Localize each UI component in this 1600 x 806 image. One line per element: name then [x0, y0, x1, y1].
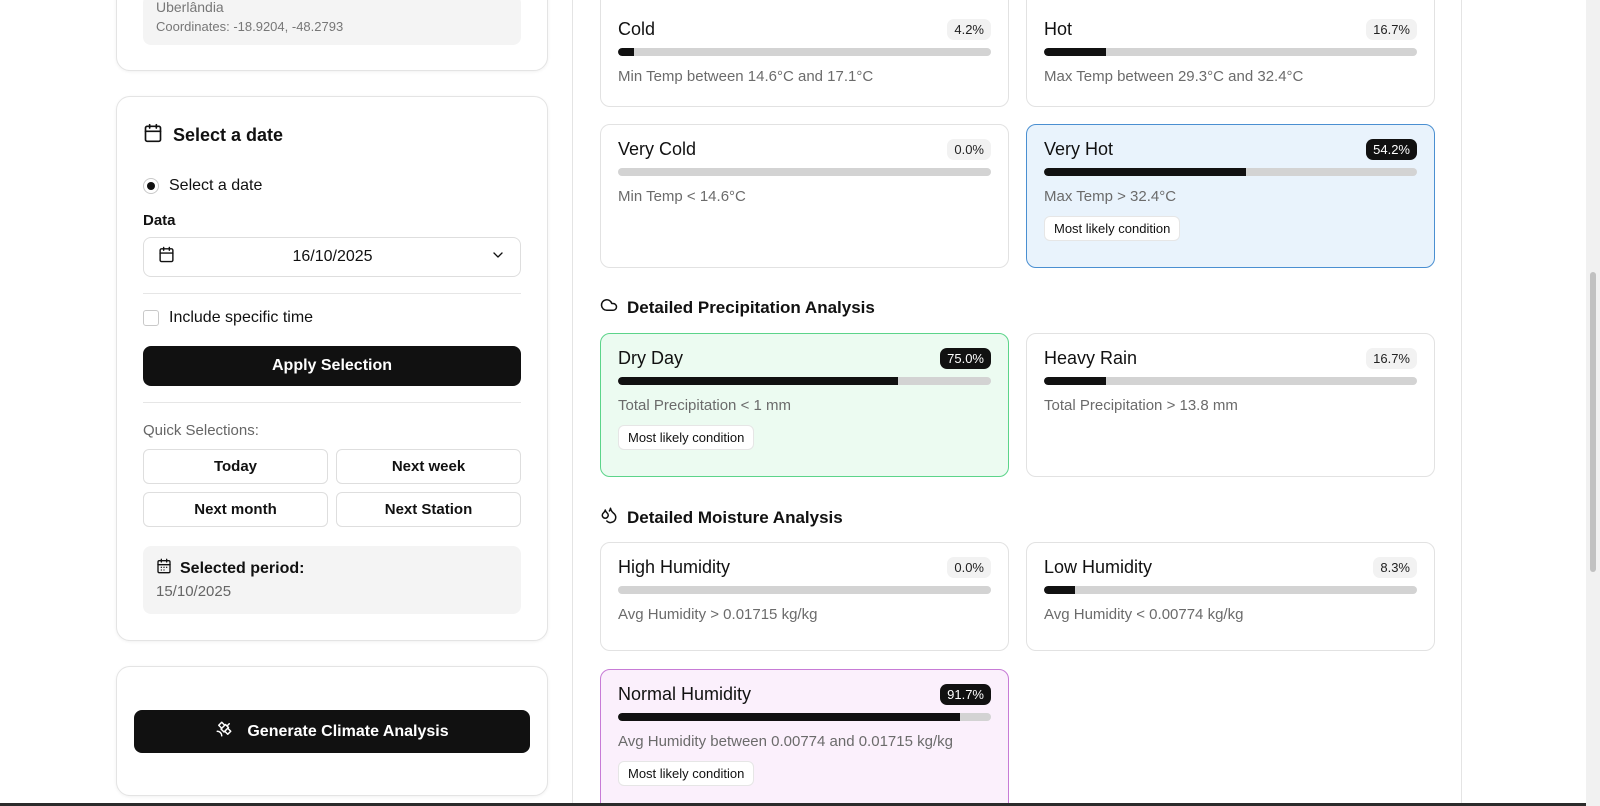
condition-description: Total Precipitation > 13.8 mm — [1044, 397, 1238, 414]
probability-bar — [618, 377, 991, 385]
probability-bar — [618, 48, 991, 56]
calendar-grid-icon — [156, 558, 172, 579]
location-coordinates: Coordinates: -18.9204, -48.2793 — [156, 19, 344, 34]
condition-description: Avg Humidity < 0.00774 kg/kg — [1044, 606, 1244, 623]
quick-next-station-button[interactable]: Next Station — [336, 492, 521, 527]
condition-card-high-humidity: High Humidity 0.0% Avg Humidity > 0.0171… — [600, 542, 1009, 651]
select-date-radio[interactable]: Select a date — [143, 177, 262, 195]
condition-description: Avg Humidity > 0.01715 kg/kg — [618, 606, 818, 623]
probability-bar — [618, 168, 991, 176]
condition-name: Hot — [1044, 19, 1073, 39]
condition-description: Avg Humidity between 0.00774 and 0.01715… — [618, 733, 953, 750]
probability-bar — [1044, 377, 1417, 385]
calendar-icon — [143, 123, 163, 148]
generate-label: Generate Climate Analysis — [247, 722, 449, 740]
condition-name: Normal Humidity — [618, 684, 752, 704]
radio-indicator[interactable] — [143, 178, 159, 194]
most-likely-badge: Most likely condition — [1044, 216, 1181, 241]
selected-period-box: Selected period: 15/10/2025 — [143, 546, 521, 614]
quick-next-week-button[interactable]: Next week — [336, 449, 521, 484]
percentage-badge: 16.7% — [1366, 348, 1417, 369]
probability-bar — [618, 713, 991, 721]
condition-description: Max Temp between 29.3°C and 32.4°C — [1044, 68, 1304, 85]
condition-card-low-humidity: Low Humidity 8.3% Avg Humidity < 0.00774… — [1026, 542, 1435, 651]
selected-period-title: Selected period: — [156, 558, 508, 579]
condition-name: Low Humidity — [1044, 557, 1153, 577]
condition-description: Min Temp between 14.6°C and 17.1°C — [618, 68, 874, 85]
percentage-badge: 0.0% — [947, 139, 991, 160]
date-field-label: Data — [143, 212, 176, 229]
divider — [143, 402, 521, 403]
quick-next-month-button[interactable]: Next month — [143, 492, 328, 527]
scrollbar-thumb[interactable] — [1590, 272, 1596, 572]
radio-label: Select a date — [169, 177, 263, 194]
probability-bar — [1044, 48, 1417, 56]
most-likely-badge: Most likely condition — [618, 425, 755, 450]
include-time-checkbox[interactable] — [143, 310, 159, 326]
condition-card-very-hot: Very Hot 54.2% Max Temp > 32.4°C Most li… — [1026, 124, 1435, 268]
condition-card-very-cold: Very Cold 0.0% Min Temp < 14.6°C — [600, 124, 1009, 268]
condition-card-hot: Hot 16.7% Max Temp between 29.3°C and 32… — [1026, 0, 1435, 107]
condition-card-normal-humidity: Normal Humidity 91.7% Avg Humidity betwe… — [600, 669, 1009, 806]
include-time-label: Include specific time — [169, 309, 314, 326]
percentage-badge: 8.3% — [1373, 557, 1417, 578]
condition-name: Cold — [618, 19, 656, 39]
moisture-title-text: Detailed Moisture Analysis — [627, 507, 843, 527]
probability-bar — [1044, 168, 1417, 176]
probability-fill — [1044, 48, 1107, 56]
percentage-badge: 54.2% — [1366, 139, 1417, 160]
condition-name: Very Cold — [618, 139, 697, 159]
condition-name: High Humidity — [618, 557, 731, 577]
divider — [143, 293, 521, 294]
quick-selections-label: Quick Selections: — [143, 422, 259, 439]
droplets-icon — [600, 506, 618, 529]
selected-period-title-text: Selected period: — [180, 559, 305, 577]
probability-fill — [618, 713, 961, 721]
condition-card-cold: Cold 4.2% Min Temp between 14.6°C and 17… — [600, 0, 1009, 107]
percentage-badge: 91.7% — [940, 684, 991, 705]
condition-name: Dry Day — [618, 348, 684, 368]
calendar-icon — [158, 246, 175, 268]
probability-bar — [618, 586, 991, 594]
condition-card-heavy-rain: Heavy Rain 16.7% Total Precipitation > 1… — [1026, 333, 1435, 477]
percentage-badge: 16.7% — [1366, 19, 1417, 40]
probability-fill — [1044, 586, 1075, 594]
probability-fill — [618, 48, 634, 56]
date-selection-card: Select a date Select a date Data 16/10/2… — [116, 96, 548, 641]
apply-selection-button[interactable]: Apply Selection — [143, 346, 521, 386]
condition-description: Total Precipitation < 1 mm — [618, 397, 791, 414]
cloud-icon — [600, 296, 618, 319]
location-card: Uberlândia Coordinates: -18.9204, -48.27… — [116, 0, 548, 71]
probability-bar — [1044, 586, 1417, 594]
probability-fill — [1044, 377, 1107, 385]
generate-climate-analysis-button[interactable]: Generate Climate Analysis — [134, 710, 530, 753]
date-card-title-text: Select a date — [173, 125, 284, 145]
condition-description: Min Temp < 14.6°C — [618, 188, 746, 205]
chevron-down-icon — [490, 247, 506, 268]
percentage-badge: 75.0% — [940, 348, 991, 369]
location-box: Uberlândia Coordinates: -18.9204, -48.27… — [143, 0, 521, 45]
date-card-title: Select a date — [143, 123, 283, 148]
condition-name: Heavy Rain — [1044, 348, 1138, 368]
generate-card: Generate Climate Analysis — [116, 666, 548, 796]
precipitation-title-text: Detailed Precipitation Analysis — [627, 297, 875, 317]
condition-card-dry-day: Dry Day 75.0% Total Precipitation < 1 mm… — [600, 333, 1009, 477]
percentage-badge: 4.2% — [947, 19, 991, 40]
condition-description: Max Temp > 32.4°C — [1044, 188, 1177, 205]
probability-fill — [1044, 168, 1247, 176]
probability-fill — [618, 377, 898, 385]
most-likely-badge: Most likely condition — [618, 761, 755, 786]
satellite-icon — [215, 720, 233, 743]
percentage-badge: 0.0% — [947, 557, 991, 578]
moisture-section-title: Detailed Moisture Analysis — [600, 506, 843, 529]
selected-period-value: 15/10/2025 — [156, 583, 232, 600]
location-city: Uberlândia — [156, 0, 224, 15]
include-time-checkbox-row[interactable]: Include specific time — [143, 309, 313, 327]
precipitation-section-title: Detailed Precipitation Analysis — [600, 296, 875, 319]
quick-today-button[interactable]: Today — [143, 449, 328, 484]
date-picker[interactable]: 16/10/2025 — [143, 237, 521, 277]
date-value: 16/10/2025 — [292, 248, 373, 265]
condition-name: Very Hot — [1044, 139, 1114, 159]
